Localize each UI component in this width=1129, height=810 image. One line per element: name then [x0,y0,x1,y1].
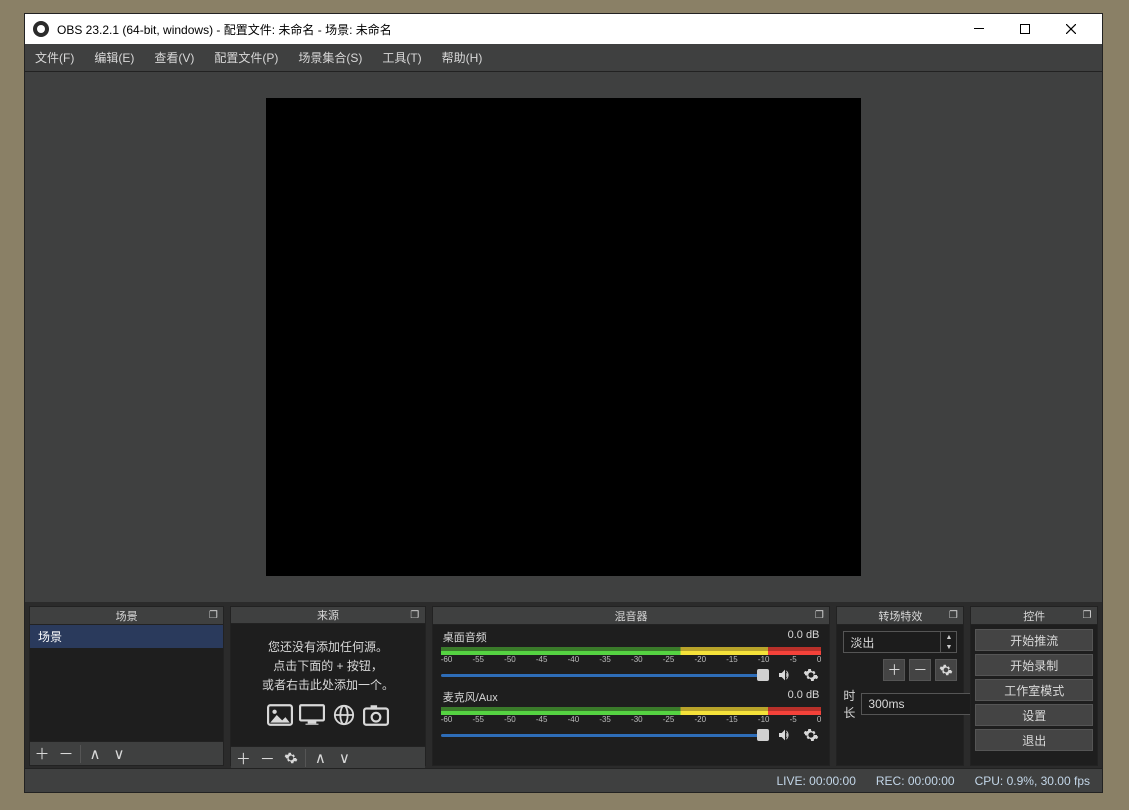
gear-icon[interactable] [801,665,821,685]
dock-transitions-title: 转场特效 [878,608,922,624]
menu-edit[interactable]: 编辑(E) [84,44,144,71]
dock-controls: 控件 ❐ 开始推流 开始录制 工作室模式 设置 退出 [970,606,1098,766]
mixer-channel-desktop: 桌面音频 0.0 dB -60-55-50-45-40-35-30-25-20-… [441,629,822,685]
menu-help[interactable]: 帮助(H) [432,44,493,71]
volume-slider[interactable] [441,727,770,743]
scene-list[interactable]: 场景 [30,625,223,741]
mixer-channel-mic: 麦克风/Aux 0.0 dB -60-55-50-45-40-35-30-25-… [441,689,822,745]
dock-sources-header[interactable]: 来源 ❐ [231,607,424,624]
source-down-button[interactable]: ∨ [332,746,356,770]
scene-item[interactable]: 场景 [30,625,223,648]
updown-icon[interactable]: ▲▼ [940,632,956,652]
status-rec: REC: 00:00:00 [876,774,955,788]
menu-scene-collection[interactable]: 场景集合(S) [288,44,372,71]
dock-transitions-header[interactable]: 转场特效 ❐ [837,607,963,625]
image-icon [267,704,293,732]
dock-scenes-title: 场景 [116,608,138,624]
volume-meter: -60-55-50-45-40-35-30-25-20-15-10-50 [441,647,822,663]
popout-icon[interactable]: ❐ [813,609,825,621]
menubar: 文件(F) 编辑(E) 查看(V) 配置文件(P) 场景集合(S) 工具(T) … [25,44,1102,72]
start-streaming-button[interactable]: 开始推流 [975,629,1093,651]
dock-mixer: 混音器 ❐ 桌面音频 0.0 dB -60-55-50-45-40-35-30-… [432,606,831,766]
statusbar: LIVE: 00:00:00 REC: 00:00:00 CPU: 0.9%, … [25,768,1102,792]
remove-source-button[interactable]: － [255,746,279,770]
speaker-icon[interactable] [775,725,795,745]
dock-scenes-header[interactable]: 场景 ❐ [30,607,223,625]
obs-logo-icon [33,21,49,37]
mixer-channel-db: 0.0 dB [788,629,820,645]
popout-icon[interactable]: ❐ [947,609,959,621]
preview-area[interactable] [25,72,1102,602]
popout-icon[interactable]: ❐ [1081,609,1093,621]
dock-controls-title: 控件 [1023,608,1045,624]
start-recording-button[interactable]: 开始录制 [975,654,1093,676]
transition-properties-button[interactable] [935,659,957,681]
dock-controls-header[interactable]: 控件 ❐ [971,607,1097,625]
globe-icon [331,704,357,732]
settings-button[interactable]: 设置 [975,704,1093,726]
status-cpu: CPU: 0.9%, 30.00 fps [975,774,1090,788]
titlebar[interactable]: OBS 23.2.1 (64-bit, windows) - 配置文件: 未命名… [25,14,1102,44]
volume-slider[interactable] [441,667,770,683]
studio-mode-button[interactable]: 工作室模式 [975,679,1093,701]
maximize-button[interactable] [1002,14,1048,44]
dock-transitions: 转场特效 ❐ 淡出 ▲▼ ＋ － 时长 ▲▼ [836,606,964,766]
minimize-button[interactable] [956,14,1002,44]
mixer-channel-db: 0.0 dB [788,689,820,705]
scene-down-button[interactable]: ∨ [107,742,131,766]
menu-view[interactable]: 查看(V) [144,44,204,71]
sources-empty-hint[interactable]: 您还没有添加任何源。 点击下面的 + 按钮， 或者右击此处添加一个。 [231,624,424,746]
dock-mixer-header[interactable]: 混音器 ❐ [433,607,830,625]
source-up-button[interactable]: ∧ [308,746,332,770]
monitor-icon [299,704,325,732]
preview-canvas[interactable] [266,98,861,576]
dock-sources: 来源 ❐ 您还没有添加任何源。 点击下面的 + 按钮， 或者右击此处添加一个。 [230,606,425,766]
exit-button[interactable]: 退出 [975,729,1093,751]
menu-profile[interactable]: 配置文件(P) [204,44,288,71]
popout-icon[interactable]: ❐ [207,609,219,621]
remove-scene-button[interactable]: － [54,742,78,766]
docks-row: 场景 ❐ 场景 ＋ － ∧ ∨ 来源 ❐ [25,602,1102,768]
speaker-icon[interactable] [775,665,795,685]
window-title: OBS 23.2.1 (64-bit, windows) - 配置文件: 未命名… [57,21,956,38]
mixer-list: 桌面音频 0.0 dB -60-55-50-45-40-35-30-25-20-… [433,625,830,765]
gear-icon[interactable] [801,725,821,745]
mixer-channel-name: 麦克风/Aux [443,689,498,705]
add-transition-button[interactable]: ＋ [883,659,905,681]
mixer-channel-name: 桌面音频 [443,629,487,645]
remove-transition-button[interactable]: － [909,659,931,681]
status-live: LIVE: 00:00:00 [776,774,855,788]
source-properties-button[interactable] [279,746,303,770]
dock-mixer-title: 混音器 [615,608,648,624]
menu-tools[interactable]: 工具(T) [372,44,431,71]
menu-file[interactable]: 文件(F) [25,44,84,71]
popout-icon[interactable]: ❐ [409,609,421,621]
scene-up-button[interactable]: ∧ [83,742,107,766]
transition-select[interactable]: 淡出 ▲▼ [843,631,957,653]
duration-label: 时长 [843,687,855,721]
add-source-button[interactable]: ＋ [231,746,255,770]
camera-icon [363,704,389,732]
volume-meter: -60-55-50-45-40-35-30-25-20-15-10-50 [441,707,822,723]
add-scene-button[interactable]: ＋ [30,742,54,766]
obs-window: OBS 23.2.1 (64-bit, windows) - 配置文件: 未命名… [24,13,1103,793]
dock-scenes: 场景 ❐ 场景 ＋ － ∧ ∨ [29,606,224,766]
dock-sources-title: 来源 [317,607,339,623]
close-button[interactable] [1048,14,1094,44]
